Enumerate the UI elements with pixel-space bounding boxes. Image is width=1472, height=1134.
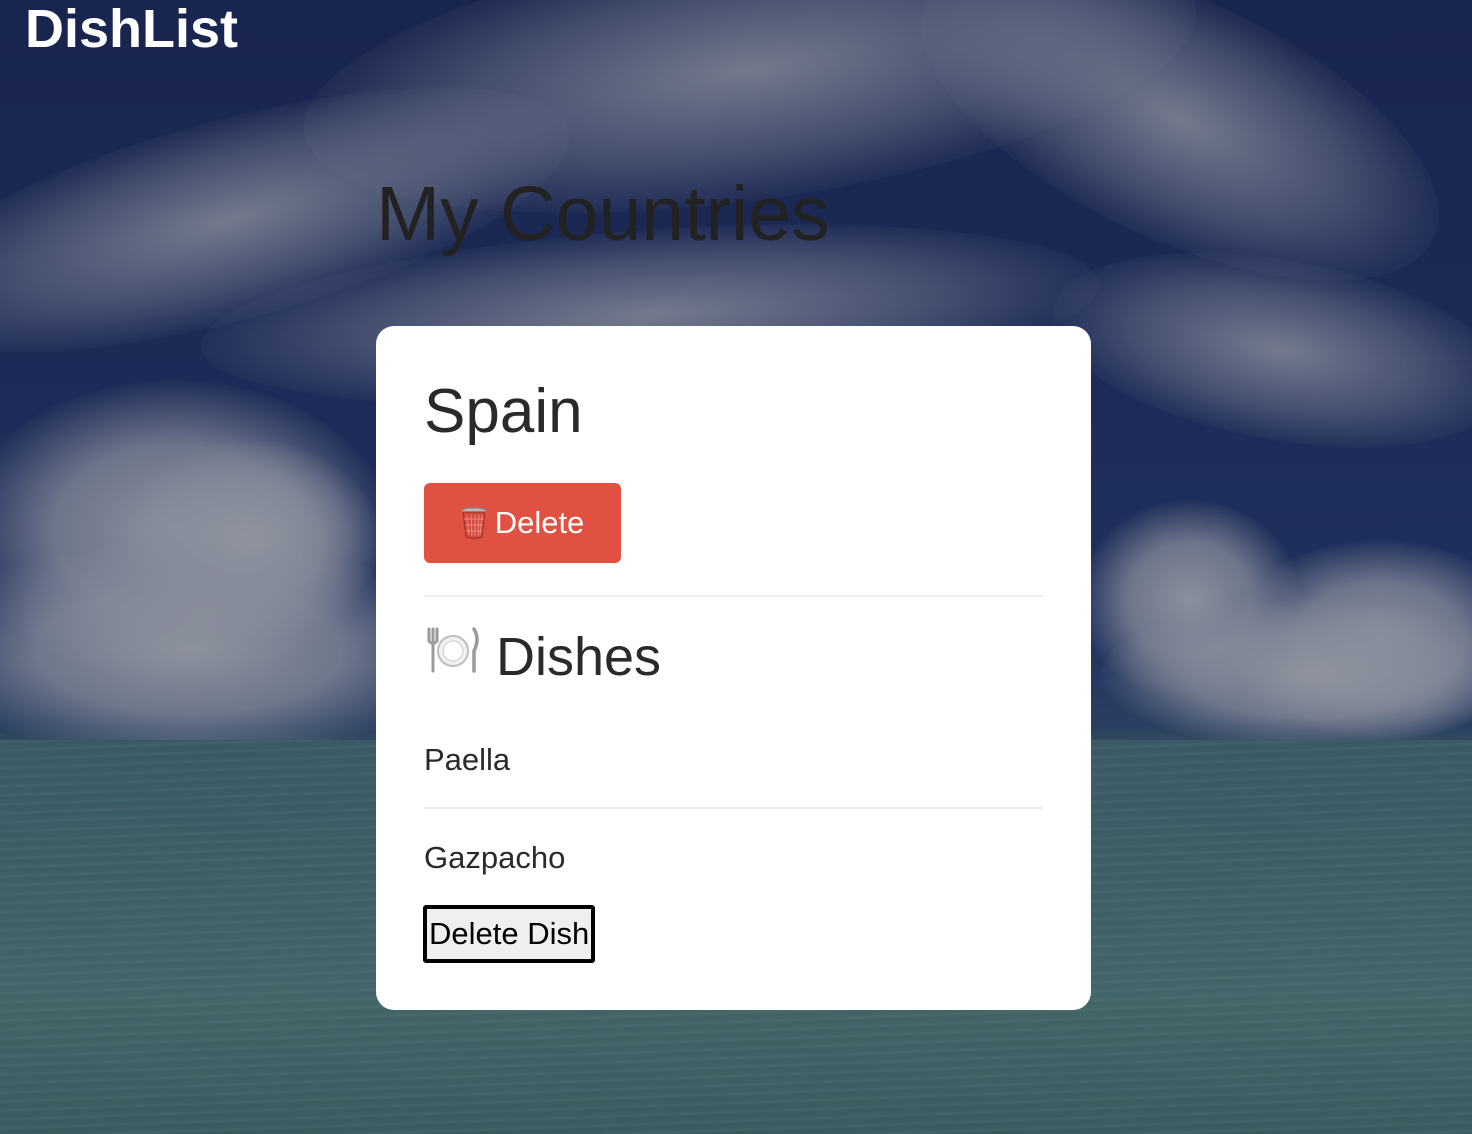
dishes-heading-label: Dishes (496, 627, 662, 687)
wastebasket-icon (461, 507, 487, 539)
country-card: Spain Delete Dishes Paella Gazpacho Dele… (376, 326, 1091, 1010)
dish-divider (424, 807, 1043, 809)
delete-country-label: Delete (494, 505, 585, 540)
delete-dish-button[interactable]: Delete Dish (422, 905, 596, 963)
page-title: My Countries (376, 171, 830, 257)
dishes-heading: Dishes (424, 624, 661, 690)
section-divider (424, 595, 1043, 597)
dish-item: Gazpacho (424, 840, 566, 875)
app-brand[interactable]: DishList (25, 0, 238, 60)
fork-knife-plate-icon (424, 624, 482, 690)
dish-item: Paella (424, 742, 511, 777)
country-name: Spain (424, 377, 583, 446)
delete-country-button[interactable]: Delete (424, 483, 621, 563)
